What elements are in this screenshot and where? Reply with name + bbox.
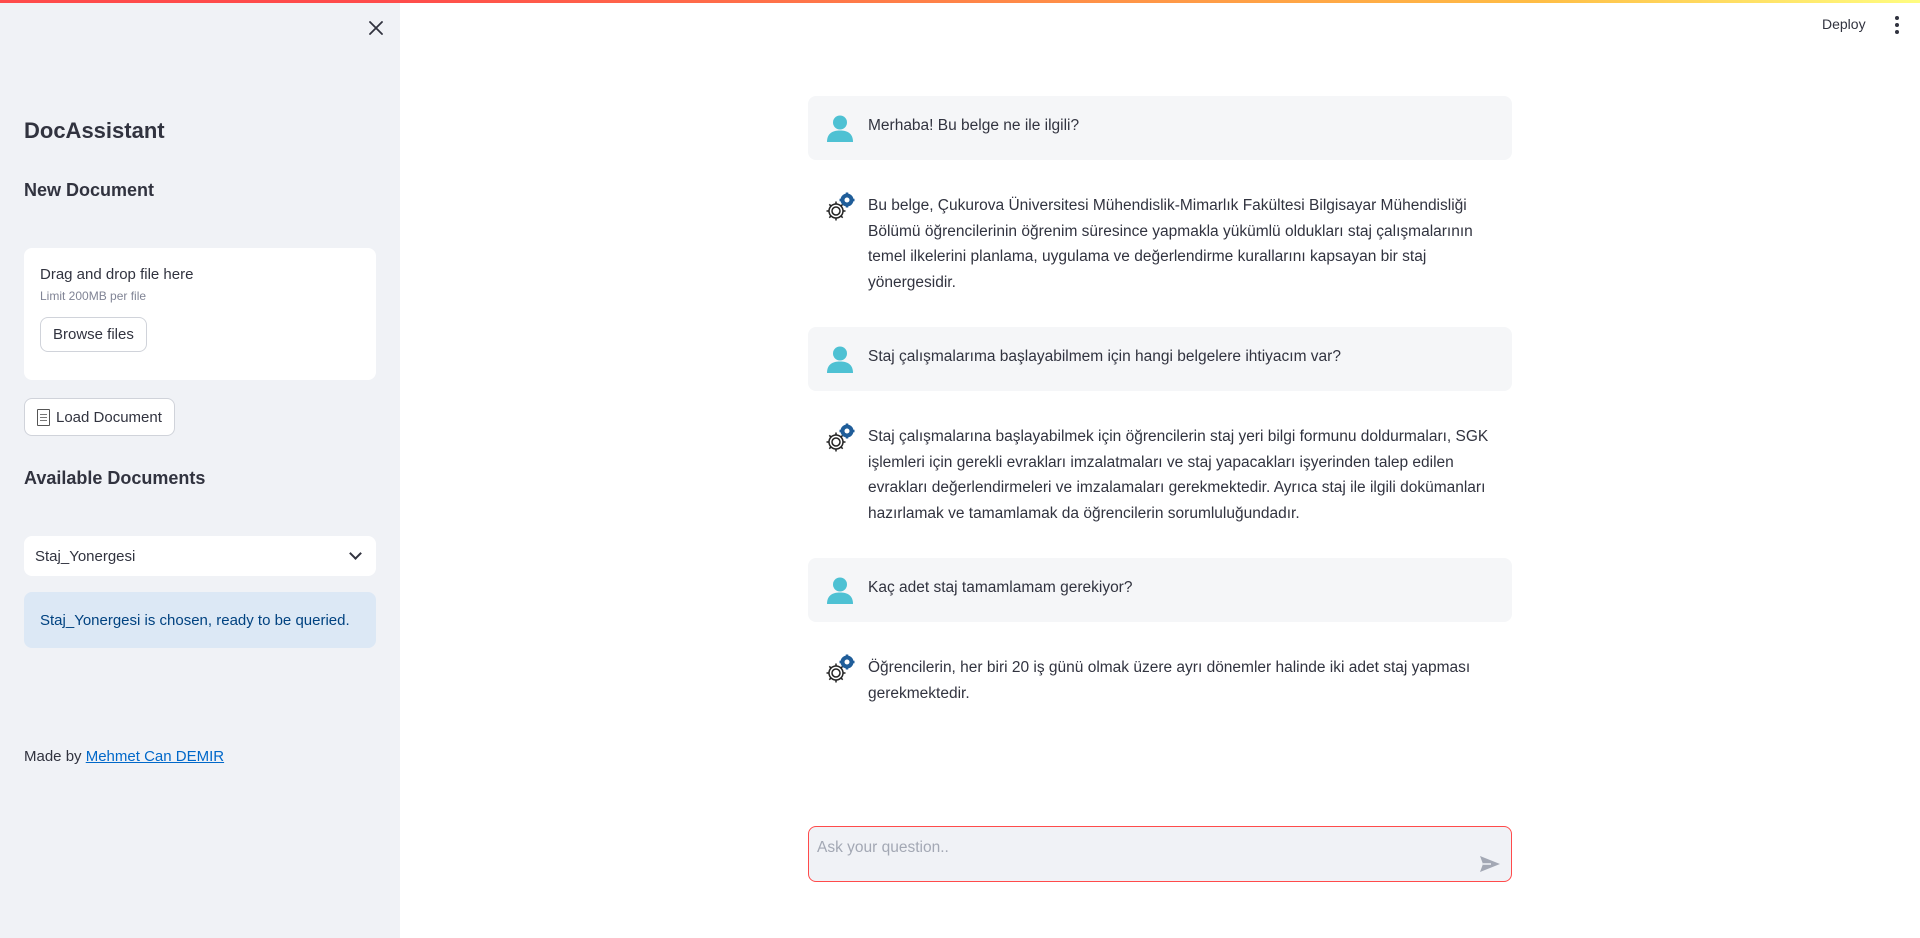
author-credit-prefix: Made by — [24, 748, 82, 765]
browse-files-button[interactable]: Browse files — [40, 317, 147, 352]
close-sidebar-button[interactable] — [362, 14, 390, 42]
deploy-button[interactable]: Deploy — [1818, 14, 1870, 34]
chat-message-text: Kaç adet staj tamamlamam gerekiyor? — [868, 579, 1133, 596]
kebab-menu-icon-dot — [1895, 16, 1899, 20]
chat-message-assistant: Öğrencilerin, her biri 20 iş günü olmak … — [808, 638, 1512, 722]
close-icon — [369, 21, 383, 35]
chevron-down-icon — [349, 547, 362, 560]
chat-input-container[interactable] — [808, 826, 1512, 882]
document-select[interactable]: Staj_Yonergesi — [24, 536, 376, 576]
sidebar: DocAssistant New Document Drag and drop … — [0, 0, 400, 938]
gears-icon — [826, 423, 855, 452]
user-icon — [827, 346, 853, 373]
chat-message-text: Staj çalışmalarına başlayabilmek için öğ… — [868, 428, 1489, 522]
available-documents-heading: Available Documents — [24, 468, 206, 488]
author-credit: Made by Mehmet Can DEMIR — [24, 748, 224, 765]
dropzone-instructions: Drag and drop file here — [40, 266, 194, 283]
chat-message-text: Öğrencilerin, her biri 20 iş günü olmak … — [868, 659, 1471, 702]
author-link[interactable]: Mehmet Can DEMIR — [86, 748, 224, 765]
document-icon — [37, 408, 50, 426]
file-size-limit: Limit 200MB per file — [40, 289, 147, 303]
load-document-label: Load Document — [56, 408, 162, 426]
gears-icon — [826, 192, 855, 221]
chat-message-user: Merhaba! Bu belge ne ile ilgili? — [808, 96, 1512, 160]
kebab-menu-icon-dot — [1895, 30, 1899, 34]
file-uploader-dropzone[interactable]: Drag and drop file here Limit 200MB per … — [24, 248, 376, 380]
chat-message-user: Kaç adet staj tamamlamam gerekiyor? — [808, 558, 1512, 622]
chat-history: Merhaba! Bu belge ne ile ilgili? Bu belg… — [808, 96, 1512, 738]
app-title: DocAssistant — [24, 118, 165, 143]
kebab-menu-icon-dot — [1895, 23, 1899, 27]
load-document-button[interactable]: Load Document — [24, 398, 175, 436]
gears-icon — [826, 654, 855, 683]
new-document-heading: New Document — [24, 180, 155, 200]
document-status-alert: Staj_Yonergesi is chosen, ready to be qu… — [24, 592, 376, 648]
main-menu-button[interactable] — [1892, 16, 1902, 34]
chat-message-user: Staj çalışmalarıma başlayabilmem için ha… — [808, 327, 1512, 391]
chat-message-text: Bu belge, Çukurova Üniversitesi Mühendis… — [868, 197, 1473, 291]
chat-message-assistant: Bu belge, Çukurova Üniversitesi Mühendis… — [808, 176, 1512, 311]
chat-message-text: Merhaba! Bu belge ne ile ilgili? — [868, 117, 1080, 134]
send-icon[interactable] — [1479, 855, 1501, 873]
chat-message-assistant: Staj çalışmalarına başlayabilmek için öğ… — [808, 407, 1512, 542]
user-icon — [827, 115, 853, 142]
selected-document-value: Staj_Yonergesi — [35, 547, 136, 565]
chat-input[interactable] — [817, 833, 1457, 863]
header-decoration-bar — [0, 0, 1920, 3]
chat-message-text: Staj çalışmalarıma başlayabilmem için ha… — [868, 348, 1341, 365]
user-icon — [827, 577, 853, 604]
